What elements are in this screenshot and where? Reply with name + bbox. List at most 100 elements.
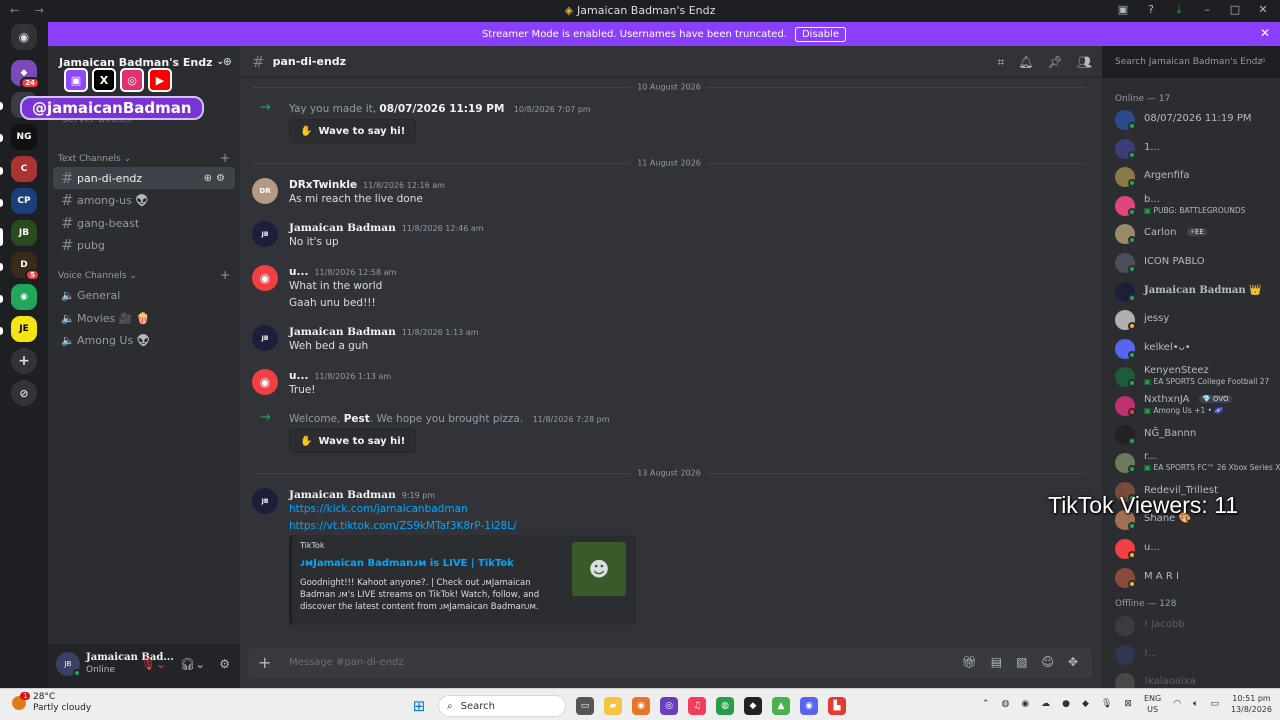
add-channel-icon[interactable]: + [220,151,230,165]
avatar[interactable]: JB [252,325,278,351]
task-view-icon[interactable]: ▭ [576,697,594,715]
battery-icon[interactable]: ▭ [1210,699,1219,709]
add-server-icon[interactable]: + [11,348,37,374]
app-icon[interactable]: ◆ [744,697,762,715]
member-item-offline[interactable]: ! Jacobb [1115,614,1277,638]
discover-icon[interactable]: ⊘ [11,380,37,406]
kick-link[interactable]: https://kick.com/jamaicanbadman [289,503,468,515]
maximize-icon[interactable]: □ [1228,3,1242,17]
voice-channel-movies[interactable]: 🔈 Movies 🎥 🍿 [53,307,235,329]
tray-app-icon[interactable]: ⊠ [1124,699,1132,709]
music-icon[interactable]: ♫ [688,697,706,715]
weather-widget[interactable]: 1 28°C Partly cloudy [12,692,91,714]
tray-app-icon[interactable]: ● [1062,699,1070,709]
file-explorer-icon[interactable]: ▰ [604,697,622,715]
app-icon[interactable]: ◎ [660,697,678,715]
member-item[interactable]: M A R I [1115,566,1277,590]
channel-pan-di-endz[interactable]: # pan-di-endz ⊕⚙ [53,167,235,189]
sticker-icon[interactable]: ▧ [1016,655,1027,669]
channel-pubg[interactable]: # pubg [53,234,235,256]
member-item[interactable]: KenyenSteezEA SPORTS College Football 27 [1115,365,1277,389]
member-item[interactable]: jessy [1115,308,1277,332]
avatar[interactable]: JB [252,488,278,514]
member-item[interactable]: ICON PABLO [1115,251,1277,275]
help-icon[interactable]: ? [1144,3,1158,17]
tray-app-icon[interactable]: ◍ [1001,699,1009,709]
language-indicator[interactable]: ENG US [1144,693,1161,715]
members-icon[interactable]: 👥︎ [1077,55,1092,70]
member-item[interactable]: 1... [1115,137,1277,161]
message-author[interactable]: DRxTwinkle [289,179,357,191]
windows-start-icon[interactable]: ⊞ [410,697,428,715]
server-icon-9[interactable]: JE [11,316,37,342]
avatar[interactable]: ◉ [252,265,278,291]
settings-gear-icon[interactable]: ⚙ [219,657,230,671]
tray-app-icon[interactable]: 🎙︎ [1101,699,1112,709]
disable-button[interactable]: Disable [794,26,847,42]
message-input[interactable]: Message #pan-di-endz [289,657,404,668]
message-author[interactable]: Jamaican Badman [289,489,396,501]
minimize-icon[interactable]: – [1200,3,1214,17]
avatar[interactable]: JB [252,221,278,247]
embed-thumbnail[interactable]: ☻ [572,542,626,596]
channel-actions[interactable]: ⊕⚙ [204,173,229,184]
text-channels-category[interactable]: Text Channels ⌄ + [58,151,230,165]
message-author[interactable]: u... [289,370,308,382]
member-item[interactable]: NĞ_Bannn [1115,423,1277,447]
member-item[interactable]: Jamaican Badman 👑 [1115,280,1277,304]
firefox-icon[interactable]: ◉ [632,697,650,715]
message-author[interactable]: Jamaican Badman [289,222,396,234]
member-item-offline[interactable]: !... [1115,643,1277,667]
upload-plus-icon[interactable]: + [258,653,271,672]
wave-button[interactable]: ✋ Wave to say hi! [289,119,417,143]
server-icon-3[interactable]: NG [11,124,37,150]
discord-home-icon[interactable]: ◉ [11,24,37,50]
add-channel-icon[interactable]: + [220,268,230,282]
clock[interactable]: 10:51 pm 13/8/2026 [1231,693,1272,715]
taskbar-search[interactable]: ⌕ Search [438,695,566,717]
close-banner-icon[interactable]: ✕ [1260,26,1270,40]
download-icon[interactable]: ⤓ [1172,3,1186,17]
member-item[interactable]: Carlon ⚡EE [1115,222,1277,246]
avatar[interactable]: ◉ [252,369,278,395]
close-icon[interactable]: ✕ [1256,3,1270,17]
avatar[interactable]: JB [56,652,81,677]
gif-icon[interactable]: ▤ [991,655,1002,669]
discord-taskbar-icon[interactable]: ◉ [800,697,818,715]
app-icon[interactable]: ▲ [772,697,790,715]
chevron-up-icon[interactable]: ⌃ [982,699,990,709]
chrome-icon[interactable]: ◍ [716,697,734,715]
search-input[interactable]: Search Jamaican Badman's Endz ⌕ [1110,53,1272,71]
wave-button[interactable]: ✋ Wave to say hi! [289,429,417,453]
member-item[interactable]: Argenfifa [1115,165,1277,189]
channel-gang-beast[interactable]: # gang-beast [53,212,235,234]
server-icon-4[interactable]: C [11,156,37,182]
voice-channels-category[interactable]: Voice Channels ⌄ + [58,268,230,282]
mic-muted-icon[interactable]: 🎙︎⌄ [141,657,166,671]
emoji-icon[interactable]: ☺ [1041,655,1054,669]
server-icon-5[interactable]: CP [11,188,37,214]
member-item[interactable]: NxthxnJA 💎 OVO Among Us +1 • 🌌 [1115,394,1277,418]
tray-app-icon[interactable]: ◉ [1021,699,1029,709]
voice-channel-general[interactable]: 🔈 General [53,284,235,306]
pin-icon[interactable]: 📌︎ [1048,55,1063,70]
headphones-icon[interactable]: 🎧︎⌄ [180,657,205,671]
bell-icon[interactable]: 🔔︎ [1018,55,1033,70]
apps-icon[interactable]: ✥ [1068,655,1078,669]
embed-title[interactable]: ᴊᴍJamaican Badmanᴊᴍ is LIVE | TikTok [300,558,514,569]
member-item[interactable]: r...EA SPORTS FC™ 26 Xbox Series X [1115,451,1280,475]
invite-icon[interactable]: ⊕ [223,55,232,68]
threads-icon[interactable]: ⌗ [998,55,1005,70]
member-item[interactable]: kelkel•ᴗ• [1115,337,1277,361]
message-author[interactable]: Jamaican Badman [289,326,396,338]
inbox-icon[interactable]: ▣ [1116,3,1130,17]
wifi-icon[interactable]: ◠ [1173,699,1181,709]
member-item[interactable]: 08/07/2026 11:19 PM [1115,108,1277,132]
gift-icon[interactable]: 🎁︎ [962,655,977,669]
volume-icon[interactable]: 🔈︎ [1193,699,1198,709]
tray-app-icon[interactable]: ☁ [1041,699,1050,709]
member-item[interactable]: u... [1115,537,1277,561]
server-icon-8[interactable]: ◉ [11,284,37,310]
avatar[interactable]: DR [252,178,278,204]
channel-among-us[interactable]: # among-us 👽 [53,189,235,211]
